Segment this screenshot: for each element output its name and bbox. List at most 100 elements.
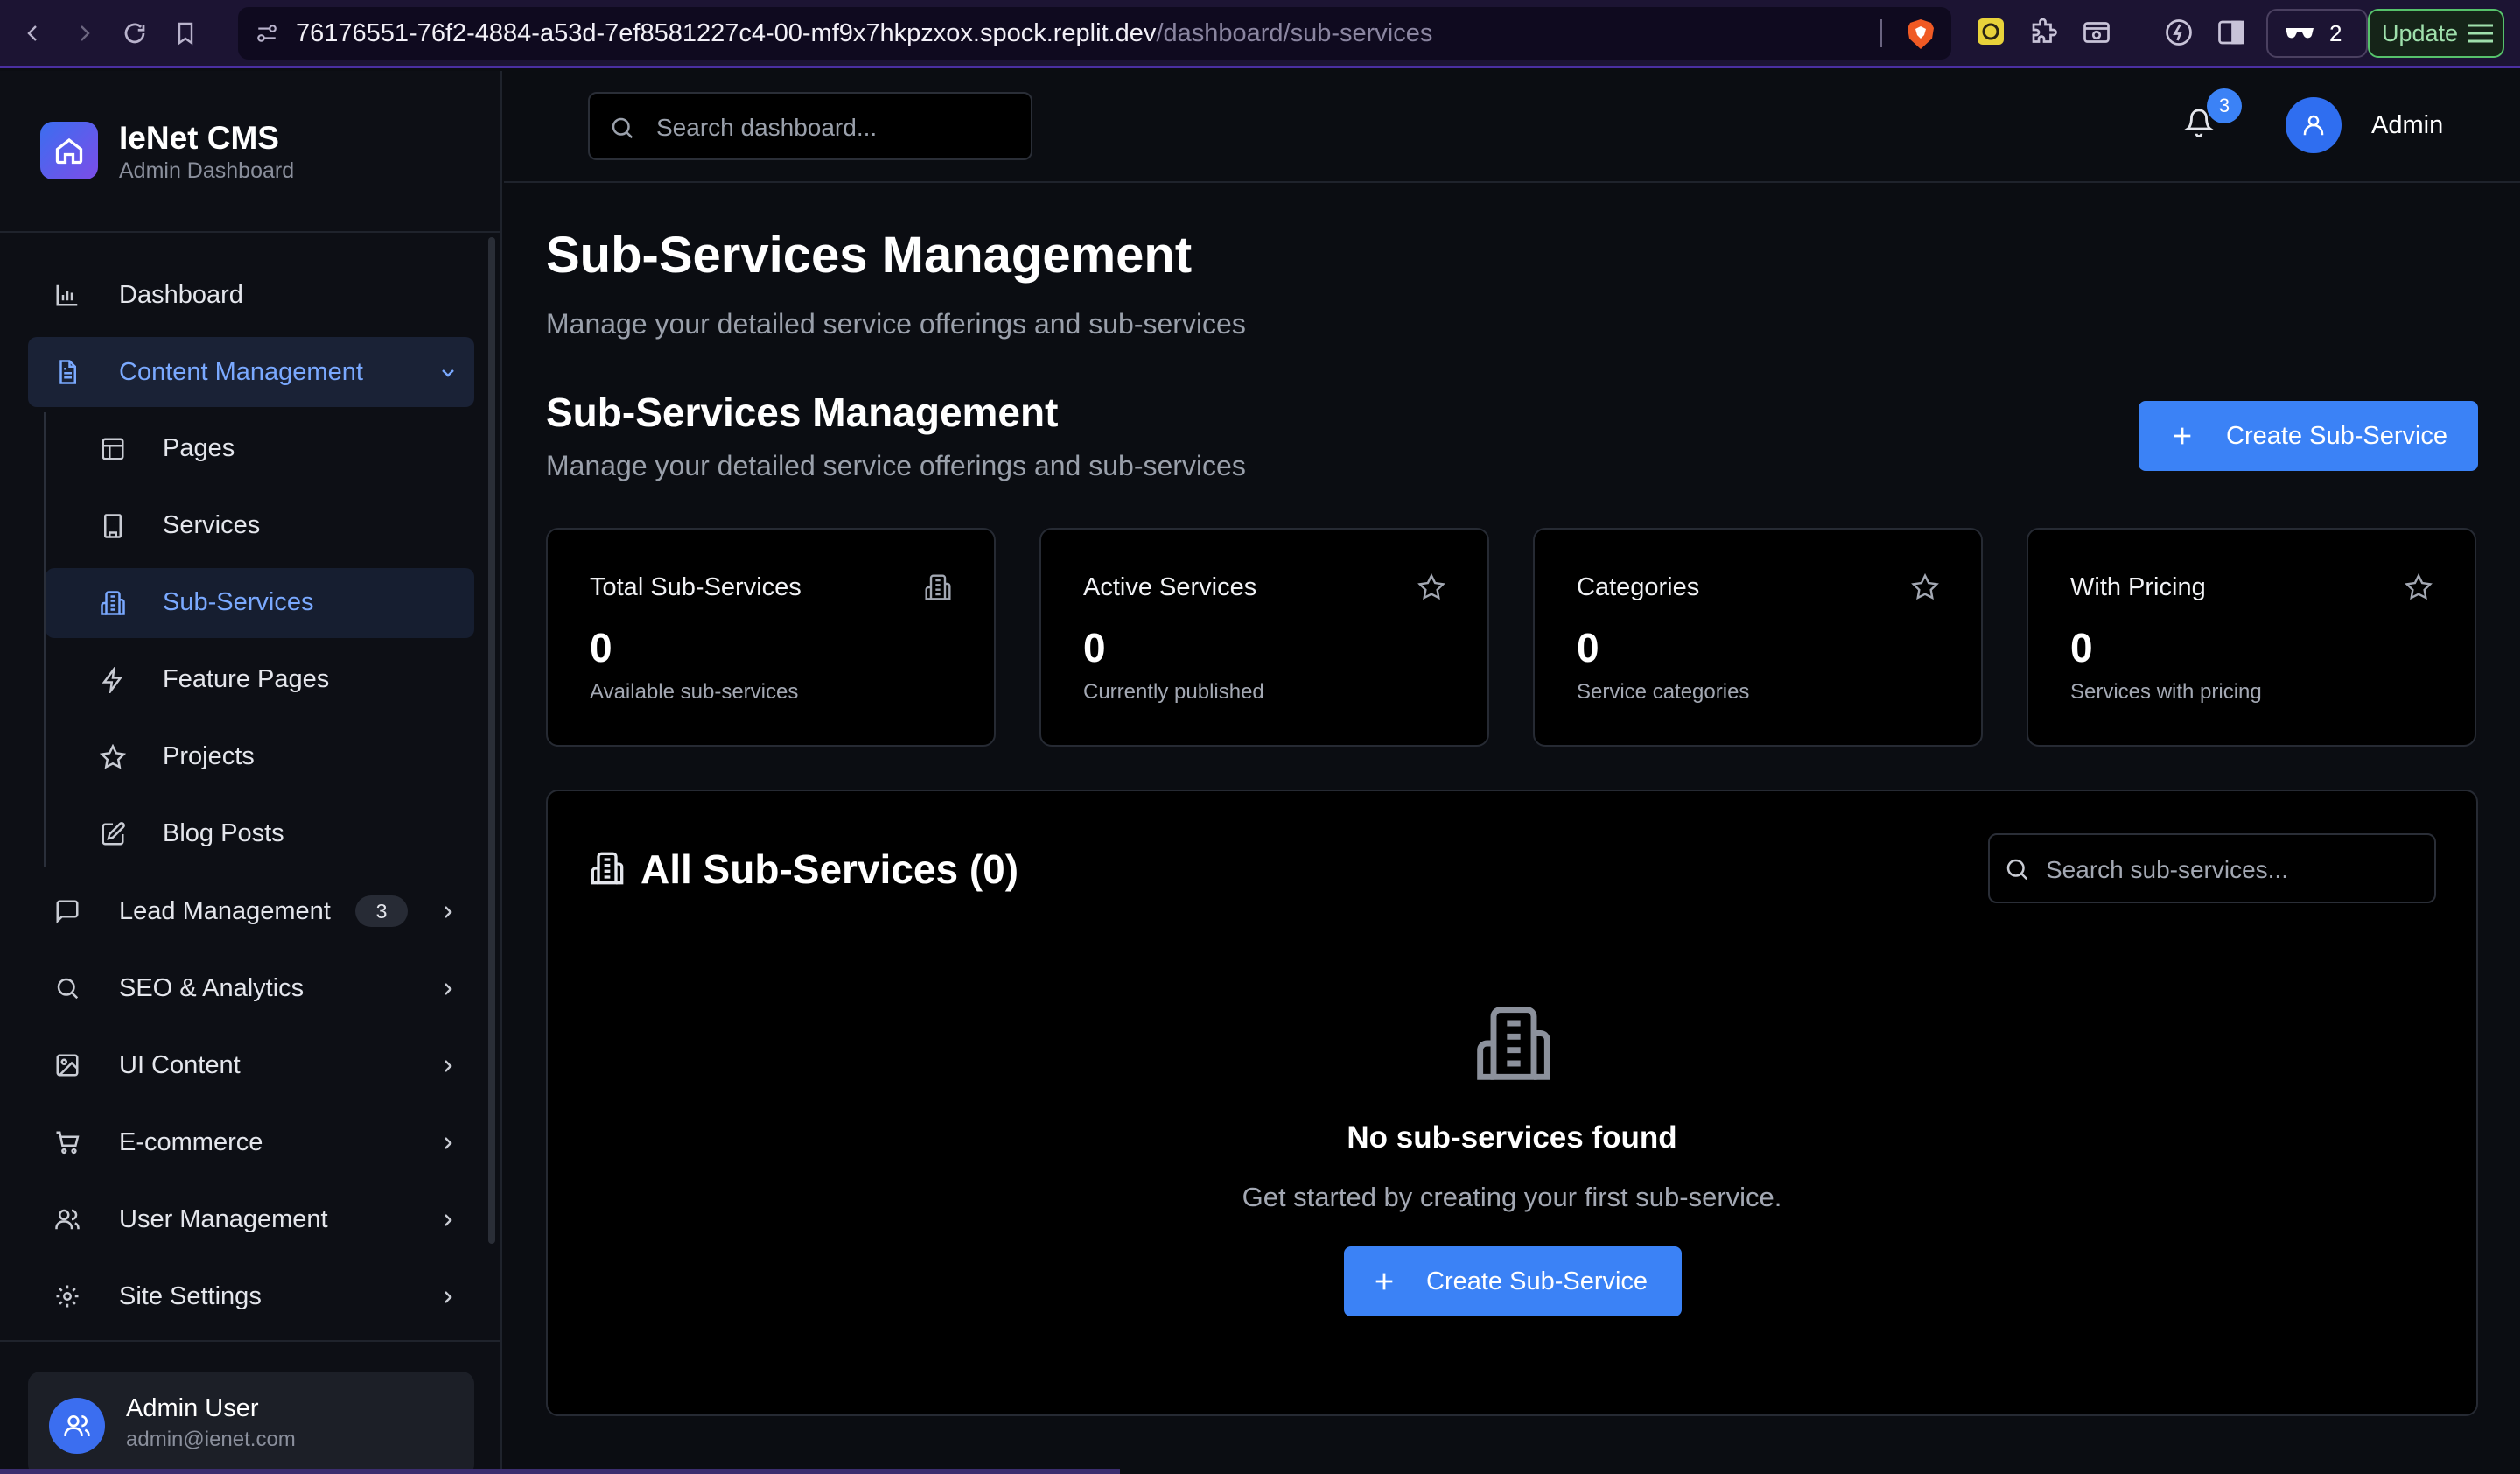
brave-shield-icon[interactable] — [1906, 18, 1936, 51]
chevron-right-icon — [438, 1056, 458, 1077]
url-divider — [1880, 19, 1882, 47]
site-settings-icon[interactable] — [256, 22, 278, 45]
reload-button[interactable] — [117, 16, 152, 51]
image-icon — [54, 1052, 80, 1078]
sub-services-search-input[interactable]: Search sub-services... — [1988, 833, 2436, 903]
create-sub-service-button[interactable]: Create Sub-Service — [2138, 401, 2478, 471]
empty-state-subtitle: Get started by creating your first sub-s… — [1242, 1182, 1782, 1212]
menu-icon — [2468, 24, 2494, 43]
lightning-icon — [100, 667, 126, 693]
sidebar-item-dashboard[interactable]: Dashboard — [28, 260, 474, 330]
extensions-puzzle-icon[interactable] — [2028, 17, 2060, 48]
sidebar-subitem-blog-posts[interactable]: Blog Posts — [46, 799, 474, 869]
url-host: 76176551-76f2-4884-a53d-7ef8581227c4-00-… — [296, 18, 1157, 47]
avatar[interactable] — [2286, 97, 2342, 153]
stat-card-total: Total Sub-Services 0 Available sub-servi… — [546, 528, 996, 747]
sidebar-item-lead-management[interactable]: Lead Management 3 — [28, 876, 474, 946]
back-button[interactable] — [16, 16, 51, 51]
url-text: 76176551-76f2-4884-a53d-7ef8581227c4-00-… — [296, 19, 1432, 48]
chevron-right-icon — [438, 1210, 458, 1231]
sidebar-item-seo-analytics[interactable]: SEO & Analytics — [28, 953, 474, 1023]
update-label: Update — [2382, 19, 2459, 46]
sidebar-user-card[interactable]: Admin User admin@ienet.com — [28, 1372, 474, 1474]
stat-value: 0 — [2070, 625, 2093, 670]
url-path: /dashboard/sub-services — [1156, 18, 1433, 47]
address-bar[interactable]: 76176551-76f2-4884-a53d-7ef8581227c4-00-… — [238, 7, 1951, 60]
sidebar-subitem-services[interactable]: Services — [46, 491, 474, 561]
sidebar-item-label: Lead Management — [119, 896, 331, 925]
forward-button[interactable] — [66, 16, 102, 51]
message-icon — [54, 898, 80, 924]
stat-desc: Available sub-services — [590, 680, 799, 704]
sidebar-toggle-icon[interactable] — [2216, 17, 2247, 48]
button-label: Create Sub-Service — [1426, 1267, 1648, 1295]
stat-desc: Service categories — [1577, 680, 1750, 704]
button-label: Create Sub-Service — [2226, 421, 2448, 450]
sidebar-subitem-feature-pages[interactable]: Feature Pages — [46, 645, 474, 715]
sidebar-item-ui-content[interactable]: UI Content — [28, 1030, 474, 1100]
stat-title: Active Services — [1083, 573, 1257, 601]
star-icon — [1911, 573, 1939, 601]
sidebar-subitem-pages[interactable]: Pages — [46, 414, 474, 484]
stat-desc: Services with pricing — [2070, 680, 2262, 704]
building-icon — [1474, 1003, 1554, 1084]
divider — [0, 231, 500, 233]
home-logo-icon — [40, 122, 98, 179]
search-icon — [2004, 856, 2030, 882]
sidebar-item-label: UI Content — [119, 1050, 241, 1079]
building-icon — [100, 513, 126, 539]
leo-ai-icon[interactable] — [2163, 17, 2194, 48]
sidebar-item-site-settings[interactable]: Site Settings — [28, 1261, 474, 1331]
building-2-icon — [100, 590, 126, 616]
sidebar-item-label: E-commerce — [119, 1127, 263, 1156]
user-name: Admin User — [126, 1394, 259, 1422]
stat-value: 0 — [1577, 625, 1600, 670]
search-placeholder: Search sub-services... — [2046, 856, 2288, 883]
sidebar-subitem-projects[interactable]: Projects — [46, 722, 474, 792]
update-button[interactable]: Update — [2368, 9, 2504, 58]
brand[interactable]: IeNet CMS Admin Dashboard — [40, 120, 294, 183]
chevron-right-icon — [438, 979, 458, 1000]
sidebar-scrollbar[interactable] — [488, 237, 495, 1244]
page-title: Sub-Services Management — [546, 227, 1193, 284]
reader-mode-icon[interactable] — [2081, 17, 2112, 48]
stat-title: Categories — [1577, 573, 1700, 601]
layout-icon — [100, 436, 126, 462]
sidebar-item-e-commerce[interactable]: E-commerce — [28, 1107, 474, 1177]
top-header: Search dashboard... 3 Admin — [504, 71, 2520, 183]
lead-count-badge: 3 — [355, 895, 408, 927]
search-input[interactable]: Search dashboard... — [588, 92, 1032, 160]
sidebar-item-content-management[interactable]: Content Management — [28, 337, 474, 407]
user-icon — [2303, 115, 2324, 136]
sidebar: IeNet CMS Admin Dashboard Dashboard Cont… — [0, 71, 502, 1474]
chevron-right-icon — [438, 1287, 458, 1308]
sidebar-item-user-management[interactable]: User Management — [28, 1184, 474, 1254]
stat-value: 0 — [590, 625, 612, 670]
sidebar-item-label: Sub-Services — [163, 588, 314, 616]
edit-icon — [100, 821, 126, 847]
plus-icon — [1376, 1273, 1393, 1290]
chevron-right-icon — [438, 902, 458, 923]
submenu-guide-line — [44, 412, 46, 867]
sidebar-item-label: Feature Pages — [163, 665, 330, 693]
sidebar-subitem-sub-services[interactable]: Sub-Services — [46, 568, 474, 638]
extension-wallet-icon[interactable] — [1976, 17, 2006, 46]
section-subtitle: Manage your detailed service offerings a… — [546, 450, 1246, 481]
plus-icon — [2174, 427, 2191, 445]
header-user-name[interactable]: Admin — [2371, 111, 2443, 140]
list-title: All Sub-Services (0) — [640, 846, 1019, 892]
search-icon — [54, 975, 80, 1001]
brand-subtitle: Admin Dashboard — [119, 158, 295, 183]
empty-state-title: No sub-services found — [1347, 1120, 1677, 1155]
chevron-right-icon — [438, 1133, 458, 1154]
bookmark-button[interactable] — [168, 16, 203, 51]
empty-create-sub-service-button[interactable]: Create Sub-Service — [1344, 1246, 1682, 1316]
stat-value: 0 — [1083, 625, 1106, 670]
sidebar-item-label: Projects — [163, 742, 255, 770]
users-icon — [54, 1206, 80, 1232]
private-glasses-button[interactable]: 2 — [2266, 9, 2368, 58]
sidebar-item-label: User Management — [119, 1204, 328, 1233]
sidebar-item-label: Blog Posts — [163, 819, 284, 847]
section-title: Sub-Services Management — [546, 390, 1059, 435]
sidebar-item-label: Pages — [163, 434, 235, 462]
